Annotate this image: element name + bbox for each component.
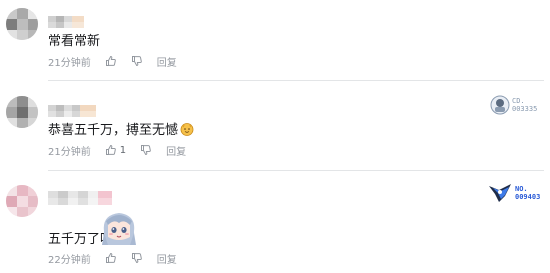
badge-line1: CD. (512, 97, 525, 105)
comment-text: 恭喜五千万，搏至无憾 (48, 123, 179, 138)
thumbs-up-icon (105, 55, 116, 66)
comment-meta: 21分钟前 回复 (48, 54, 177, 69)
dislike-button[interactable] (140, 144, 152, 156)
avatar[interactable] (6, 8, 38, 40)
fan-badge-icon (490, 95, 510, 115)
reply-button[interactable]: 回复 (157, 54, 177, 69)
comment-divider (48, 80, 544, 81)
comment-time: 22分钟前 (48, 254, 91, 266)
thumbs-down-icon (141, 145, 151, 156)
comment-divider (48, 170, 544, 171)
username-pixelated[interactable] (48, 102, 96, 117)
comment-content: 恭喜五千万，搏至无憾 (48, 122, 194, 139)
thumbs-up-icon (105, 252, 116, 263)
comment-time: 21分钟前 (48, 57, 91, 69)
fan-badge[interactable]: NO. 009403 (487, 182, 540, 204)
smile-emoji-icon (180, 123, 194, 136)
dislike-button[interactable] (131, 55, 143, 67)
username-pixelated[interactable] (48, 13, 84, 28)
like-button[interactable] (105, 252, 117, 264)
thumbs-down-icon (131, 253, 142, 264)
dislike-button[interactable] (131, 252, 143, 264)
reply-button[interactable]: 回复 (157, 251, 177, 266)
thumbs-up-icon (105, 144, 116, 155)
avatar[interactable] (6, 96, 38, 128)
fan-badge-icon (489, 184, 511, 202)
comment-meta: 21分钟前 1 回复 (48, 143, 186, 158)
reply-button[interactable]: 回复 (166, 143, 186, 158)
thumbs-down-icon (131, 56, 142, 67)
badge-line2: 003335 (512, 105, 538, 113)
like-button[interactable] (105, 55, 117, 67)
comment-meta: 22分钟前 回复 (48, 251, 177, 266)
anime-girl-sticker-icon (102, 213, 136, 245)
badge-line2: 009403 (515, 193, 541, 201)
avatar[interactable] (6, 185, 38, 217)
comment-content: 常看常新 (48, 34, 101, 49)
badge-line1: NO. (515, 185, 528, 193)
comment-time: 21分钟前 (48, 146, 91, 158)
like-button[interactable]: 1 (105, 144, 126, 156)
like-count: 1 (119, 144, 127, 156)
username-pixelated[interactable] (48, 190, 112, 205)
fan-badge[interactable]: CD. 003335 (490, 95, 537, 115)
